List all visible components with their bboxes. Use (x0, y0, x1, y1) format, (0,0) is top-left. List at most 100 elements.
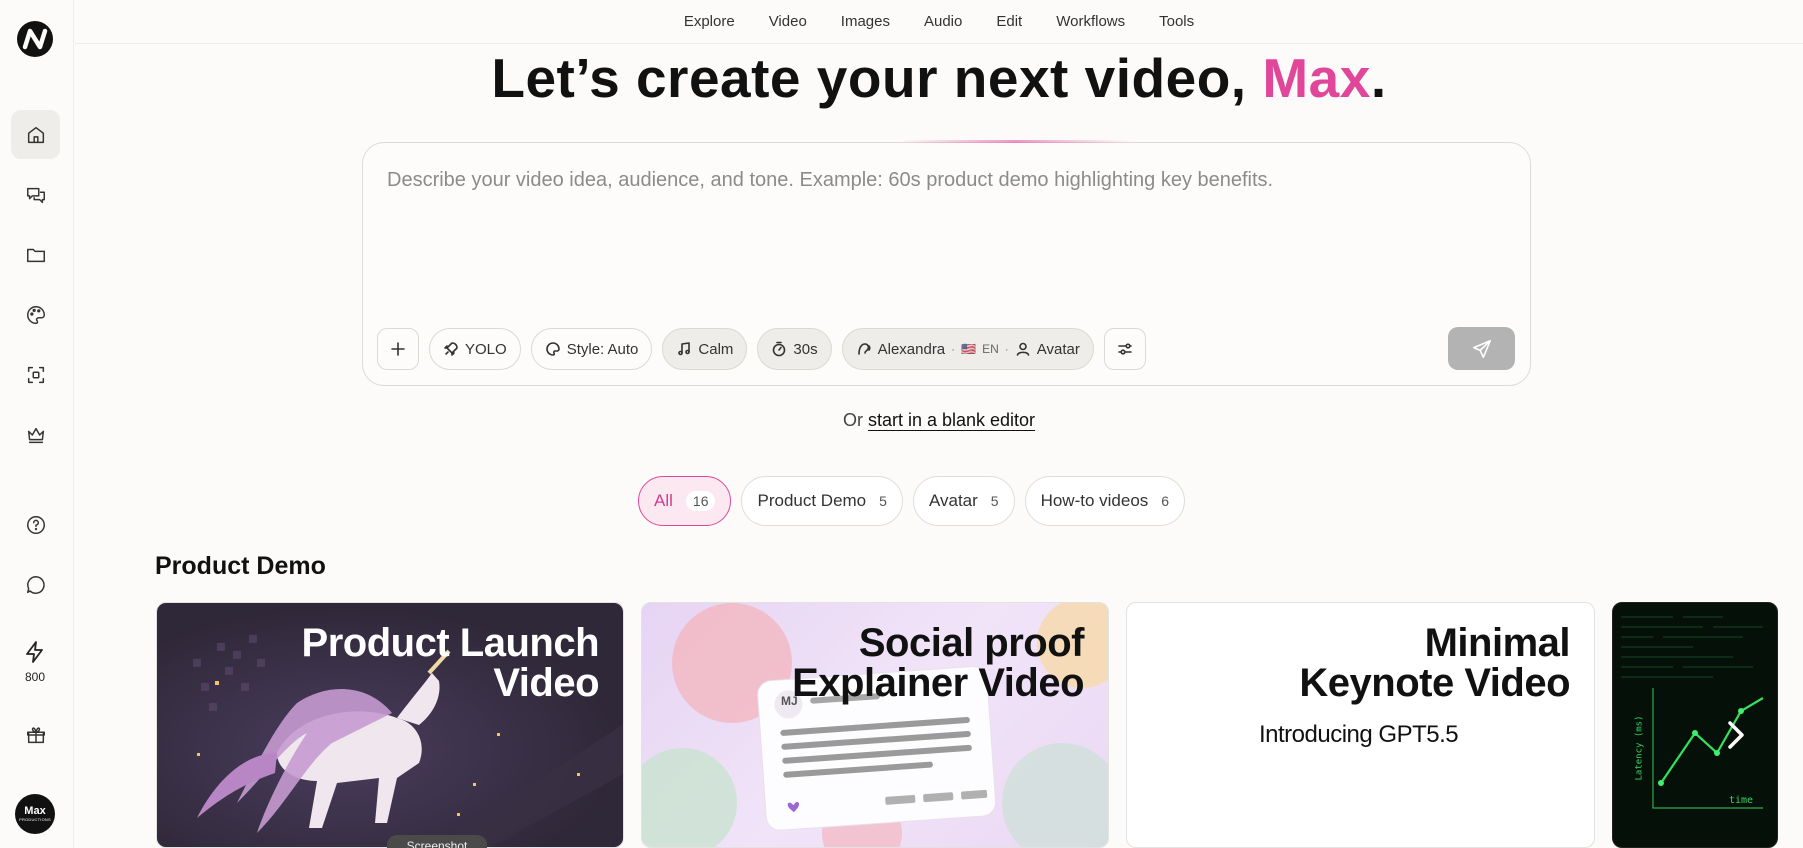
palette-icon (545, 342, 560, 356)
nav-tools[interactable]: Tools (1142, 13, 1211, 30)
filter-label: All (654, 491, 673, 510)
card-title-line: Explainer Video (792, 661, 1084, 705)
filter-avatar[interactable]: Avatar 5 (912, 476, 1015, 526)
filter-label: Product Demo (757, 491, 867, 510)
sidebar-item-feedback[interactable] (11, 560, 60, 609)
gift-icon (26, 726, 45, 743)
filter-product-demo[interactable]: Product Demo 5 (741, 476, 903, 526)
timer-icon (773, 341, 786, 357)
send-button[interactable] (1448, 327, 1515, 370)
card-title-line: Keynote Video (1299, 661, 1570, 705)
prompt-toolbar: YOLO Style: Auto Calm 30s Alexandra · 🇺🇸… (377, 327, 1146, 371)
template-card-minimal-keynote[interactable]: Minimal Keynote Video Introducing GPT5.5 (1126, 602, 1595, 848)
screenshot-tooltip: Screenshot (387, 835, 487, 848)
yolo-button[interactable]: YOLO (429, 328, 521, 370)
sidebar-item-assets[interactable] (11, 350, 60, 399)
sidebar-item-help[interactable] (11, 500, 60, 549)
plus-icon (391, 342, 405, 356)
send-icon (1472, 339, 1491, 358)
filter-label: Avatar (928, 491, 978, 510)
credits-value: 800 (24, 670, 46, 684)
card-title: Product Launch Video (301, 621, 600, 705)
nav-workflows[interactable]: Workflows (1039, 13, 1142, 30)
top-nav: Explore Video Images Audio Edit Workflow… (75, 0, 1803, 44)
avatar-option-label: Avatar (1036, 340, 1080, 358)
style-label: Style: Auto (566, 340, 639, 358)
avatar-sublabel: PRODUCTIONS (19, 817, 51, 822)
nav-audio[interactable]: Audio (907, 13, 979, 30)
filter-how-to-videos[interactable]: How-to videos 6 (1024, 476, 1186, 526)
nav-edit[interactable]: Edit (979, 13, 1039, 30)
scan-square-icon (27, 366, 44, 383)
sidebar: 800 Max PRODUCTIONS (0, 0, 74, 848)
separator-dot: · (951, 342, 956, 356)
sidebar-item-pro[interactable] (11, 410, 60, 459)
nav-images[interactable]: Images (824, 13, 907, 30)
title-user-name: Max (1262, 47, 1371, 109)
settings-button[interactable] (1103, 328, 1146, 370)
sidebar-item-projects[interactable] (11, 230, 60, 279)
help-icon (26, 515, 45, 534)
page-title: Let’s create your next video, Max. (75, 46, 1803, 110)
style-dropdown[interactable]: Style: Auto (530, 328, 653, 370)
crown-icon (27, 427, 44, 443)
template-card-social-proof[interactable]: MJ Social proof Explainer Video (641, 602, 1109, 848)
title-suffix: . (1370, 47, 1387, 109)
chart-xlabel: time (1729, 795, 1754, 806)
sidebar-item-chats[interactable] (11, 170, 60, 219)
user-icon (1016, 342, 1030, 356)
yolo-label: YOLO (465, 340, 507, 358)
carousel-next-button[interactable] (1720, 715, 1750, 755)
separator-dot: · (1004, 342, 1009, 356)
card-title-line: Product Launch (301, 621, 600, 665)
sidebar-item-home[interactable] (11, 110, 60, 159)
title-prefix: Let’s create your next video, (491, 47, 1263, 109)
palette-icon (26, 305, 45, 324)
card-title: Minimal Keynote Video (1299, 623, 1570, 703)
blank-editor-link[interactable]: start in a blank editor (868, 410, 1035, 430)
nav-video[interactable]: Video (752, 13, 824, 30)
filter-count: 5 (879, 493, 887, 509)
credits-counter[interactable]: 800 (10, 640, 60, 684)
duration-dropdown[interactable]: 30s (757, 328, 832, 370)
logo-icon[interactable] (16, 20, 54, 58)
rocket-icon (444, 342, 458, 356)
lightning-icon (26, 641, 43, 663)
home-icon (27, 126, 44, 143)
duration-label: 30s (793, 340, 818, 358)
folder-icon (26, 248, 45, 262)
card-title: Social proof Explainer Video (792, 623, 1084, 703)
music-dropdown[interactable]: Calm (662, 328, 748, 370)
card-title-line: Video (493, 661, 599, 705)
blank-editor-prefix: Or (842, 410, 868, 430)
filter-label: How-to videos (1040, 491, 1149, 510)
music-label: Calm (698, 340, 734, 358)
template-card-product-launch[interactable]: Product Launch Video (156, 602, 624, 848)
card-subtitle: Introducing GPT5.5 (1259, 721, 1459, 748)
filter-all[interactable]: All 16 (638, 476, 732, 526)
prompt-card: YOLO Style: Auto Calm 30s Alexandra · 🇺🇸… (362, 142, 1531, 386)
language-label: EN (982, 342, 999, 356)
filter-count: 16 (685, 491, 716, 511)
sidebar-item-styles[interactable] (11, 290, 60, 339)
avatar-label: Max (24, 805, 46, 817)
add-attachment-button[interactable] (377, 328, 419, 370)
voice-icon (857, 343, 871, 355)
nav-explore[interactable]: Explore (667, 13, 752, 30)
template-card-latency-chart[interactable]: Latency (ms) time (1612, 602, 1778, 848)
voice-avatar-dropdown[interactable]: Alexandra · 🇺🇸 EN · Avatar (841, 328, 1094, 370)
prompt-input[interactable] (387, 169, 1497, 309)
music-note-icon (678, 342, 691, 356)
voice-label: Alexandra (877, 340, 946, 358)
category-filters: All 16 Product Demo 5 Avatar 5 How-to vi… (638, 476, 1186, 526)
card-title-line: Social proof (858, 621, 1085, 665)
section-title: Product Demo (155, 552, 326, 580)
us-flag-icon: 🇺🇸 (961, 342, 977, 356)
chat-bubbles-icon (26, 187, 45, 203)
chevron-right-icon (1728, 721, 1744, 749)
sidebar-item-rewards[interactable] (11, 710, 60, 759)
filter-count: 6 (1161, 493, 1170, 509)
avatar[interactable]: Max PRODUCTIONS (15, 794, 55, 834)
prompt-glow (900, 140, 1130, 143)
blank-editor-line: Or start in a blank editor (75, 410, 1803, 431)
